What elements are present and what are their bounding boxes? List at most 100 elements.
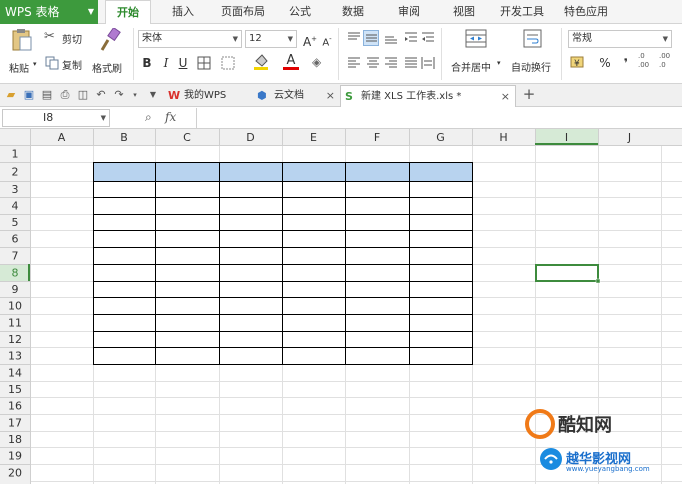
align-right-icon[interactable] bbox=[384, 56, 398, 70]
doc-tab-my-wps[interactable]: W 我的WPS bbox=[164, 85, 254, 107]
open-folder-icon[interactable]: ▰ bbox=[4, 88, 18, 102]
doc-tab-label: 我的WPS bbox=[184, 90, 227, 101]
print-preview-icon[interactable]: ◫ bbox=[76, 88, 90, 102]
justify-icon[interactable] bbox=[404, 56, 418, 70]
print-icon[interactable]: ⎙ bbox=[58, 88, 72, 102]
close-icon[interactable]: × bbox=[326, 85, 335, 106]
selected-cell[interactable] bbox=[535, 264, 599, 282]
wrap-text-label: 自动换行 bbox=[511, 63, 551, 74]
underline-button[interactable]: U bbox=[175, 55, 191, 71]
format-painter-label: 格式刷 bbox=[92, 64, 122, 75]
close-icon[interactable]: × bbox=[501, 86, 510, 107]
copy-label: 复制 bbox=[62, 61, 82, 72]
doc-tab-workbook[interactable]: S 新建 XLS 工作表.xls * × bbox=[340, 85, 516, 107]
zoom-icon[interactable]: ⌕ bbox=[145, 110, 152, 125]
merge-center-button[interactable]: 合并居中 ▾ bbox=[448, 28, 504, 78]
wrap-text-button[interactable]: 自动换行 bbox=[510, 28, 556, 78]
percent-button[interactable]: % bbox=[597, 55, 613, 71]
save-as-icon[interactable]: ▤ bbox=[40, 88, 54, 102]
tab-view[interactable]: 视图 bbox=[444, 0, 484, 24]
tab-home[interactable]: 开始 bbox=[105, 0, 151, 25]
border-icon[interactable] bbox=[197, 56, 213, 70]
indent-increase-icon[interactable] bbox=[421, 31, 435, 45]
tab-data[interactable]: 数据 bbox=[333, 0, 373, 24]
row-header-8: 8 bbox=[12, 267, 19, 280]
decrease-decimal-icon[interactable]: .00.0 bbox=[659, 52, 675, 70]
row-header-18: 18 bbox=[8, 433, 22, 446]
svg-text:¥: ¥ bbox=[574, 59, 580, 69]
function-button[interactable]: fx bbox=[165, 110, 176, 124]
fill-color-icon[interactable] bbox=[253, 54, 271, 70]
tab-insert[interactable]: 插入 bbox=[163, 0, 203, 24]
cell-border-style-icon[interactable] bbox=[221, 56, 237, 70]
align-middle-icon[interactable] bbox=[363, 30, 379, 46]
comma-style-button[interactable]: ❜ bbox=[618, 55, 634, 71]
quick-access-bar: ▰ ▣ ▤ ⎙ ◫ ↶ ↷ ▾ ▼ W 我的WPS ⬢ 云文档 × S 新建 X… bbox=[0, 84, 682, 107]
chevron-down-icon: ▼ bbox=[100, 114, 106, 122]
bold-button[interactable]: B bbox=[139, 55, 155, 71]
increase-font-icon[interactable]: A+ bbox=[302, 31, 318, 49]
name-box[interactable]: I8 ▼ bbox=[2, 109, 110, 127]
clipboard-icon bbox=[12, 29, 32, 51]
column-header-g: G bbox=[436, 131, 445, 144]
divider bbox=[441, 28, 442, 80]
cell-reference: I8 bbox=[43, 111, 54, 124]
tab-developer[interactable]: 开发工具 bbox=[494, 0, 550, 24]
watermark: 酷知网 越华影视网 www.yueyangbang.com bbox=[524, 402, 674, 478]
chevron-down-icon: ▼ bbox=[287, 35, 293, 43]
align-top-icon[interactable] bbox=[347, 31, 361, 45]
align-bottom-icon[interactable] bbox=[384, 31, 398, 45]
number-format-value: 常规 bbox=[572, 33, 592, 44]
column-header-a: A bbox=[58, 131, 66, 144]
tab-page-layout[interactable]: 页面布局 bbox=[212, 0, 274, 24]
divider bbox=[561, 28, 562, 80]
font-color-icon[interactable]: A bbox=[283, 54, 299, 70]
font-size-value: 12 bbox=[249, 33, 262, 44]
new-tab-icon[interactable]: + bbox=[521, 87, 537, 102]
format-painter-button[interactable]: 格式刷 bbox=[90, 28, 130, 78]
paste-button[interactable]: 粘贴 ▾ bbox=[4, 28, 40, 78]
doc-tab-label: 新建 XLS 工作表.xls * bbox=[361, 91, 462, 102]
italic-button[interactable]: I bbox=[158, 55, 174, 71]
chevron-down-icon: ▼ bbox=[87, 7, 94, 16]
number-format-select[interactable]: 常规 ▼ bbox=[568, 30, 672, 48]
chevron-down-icon: ▾ bbox=[497, 59, 501, 67]
formula-bar: I8 ▼ ⌕ fx bbox=[0, 107, 682, 129]
fill-handle[interactable] bbox=[595, 278, 601, 284]
paste-label: 粘贴 bbox=[9, 64, 29, 75]
doc-tab-cloud[interactable]: ⬢ 云文档 × bbox=[254, 85, 340, 107]
more-icon[interactable]: ▼ bbox=[146, 88, 160, 102]
clear-format-icon[interactable]: ◈ bbox=[312, 55, 321, 69]
row-header-7: 7 bbox=[12, 250, 19, 263]
align-center-icon[interactable] bbox=[366, 56, 380, 70]
tab-formulas[interactable]: 公式 bbox=[280, 0, 320, 24]
indent-decrease-icon[interactable] bbox=[404, 31, 418, 45]
distributed-align-icon[interactable] bbox=[421, 56, 435, 70]
cut-label: 剪切 bbox=[62, 35, 82, 46]
copy-button[interactable]: 复制 bbox=[44, 55, 88, 73]
tab-review[interactable]: 审阅 bbox=[389, 0, 429, 24]
redo-icon[interactable]: ↷ bbox=[112, 88, 126, 102]
increase-decimal-icon[interactable]: .0.00 bbox=[638, 52, 654, 70]
merge-cells-icon bbox=[465, 29, 487, 48]
cloud-icon: ⬢ bbox=[257, 89, 267, 102]
font-name-select[interactable]: 宋体 ▼ bbox=[138, 30, 242, 48]
column-header-c: C bbox=[183, 131, 191, 144]
chevron-down-icon[interactable]: ▾ bbox=[128, 88, 142, 102]
undo-icon[interactable]: ↶ bbox=[94, 88, 108, 102]
font-name-value: 宋体 bbox=[142, 33, 162, 44]
align-left-icon[interactable] bbox=[347, 56, 361, 70]
cut-button[interactable]: ✂ 剪切 bbox=[44, 29, 88, 47]
tab-special[interactable]: 特色应用 bbox=[558, 0, 614, 24]
currency-format-icon[interactable]: ¥ bbox=[570, 54, 586, 70]
save-icon[interactable]: ▣ bbox=[22, 88, 36, 102]
formula-input[interactable] bbox=[196, 108, 680, 128]
font-size-select[interactable]: 12 ▼ bbox=[245, 30, 297, 48]
decrease-font-icon[interactable]: A- bbox=[319, 31, 335, 48]
merge-center-label: 合并居中 bbox=[451, 63, 491, 74]
row-header-15: 15 bbox=[8, 383, 22, 396]
app-menu-button[interactable]: WPS 表格 ▼ bbox=[0, 0, 98, 24]
row-header-20: 20 bbox=[8, 467, 22, 480]
chevron-down-icon: ▼ bbox=[232, 35, 238, 43]
copy-icon bbox=[45, 56, 59, 70]
